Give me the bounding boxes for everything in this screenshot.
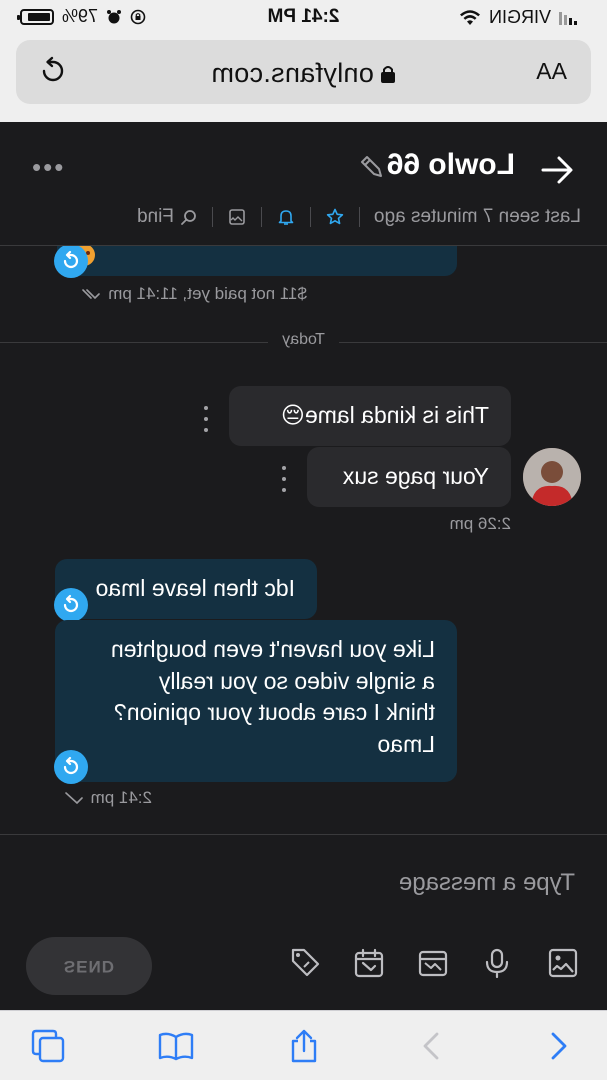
chat-meta-row: Last seen 7 minutes ago Find bbox=[137, 206, 581, 228]
day-divider: Today bbox=[0, 331, 607, 349]
avatar[interactable] bbox=[523, 448, 581, 506]
message-line: Lmao bbox=[377, 731, 435, 758]
chat-header: Lowlo 66 ••• Last seen 7 minutes ago Fin… bbox=[0, 122, 607, 246]
star-icon[interactable] bbox=[325, 207, 345, 227]
message-text: Your page sux bbox=[342, 463, 489, 489]
status-right-group: 79% bbox=[20, 6, 146, 27]
back-chevron-icon[interactable] bbox=[413, 1027, 451, 1065]
message-options-icon[interactable] bbox=[201, 406, 211, 432]
url-text: onlyfans.com bbox=[211, 58, 374, 88]
schedule-calendar-icon[interactable] bbox=[351, 945, 387, 981]
message-bubble-incoming: Idc then leave lmao bbox=[55, 559, 317, 619]
send-button[interactable]: SEND bbox=[26, 937, 152, 995]
double-check-icon bbox=[82, 289, 101, 300]
tabs-icon[interactable] bbox=[29, 1027, 67, 1065]
tip-icon bbox=[54, 588, 88, 622]
message-bubble-incoming bbox=[57, 246, 457, 276]
message-bubble-outgoing: This is kinda lame😔 bbox=[229, 386, 511, 446]
reload-icon[interactable] bbox=[38, 56, 68, 86]
share-icon[interactable] bbox=[285, 1027, 323, 1065]
message-options-icon[interactable] bbox=[279, 466, 289, 492]
vault-icon[interactable] bbox=[415, 945, 451, 981]
send-label: SEND bbox=[63, 957, 115, 976]
message-line: Like you haven't even boughten bbox=[110, 636, 435, 662]
browser-address-area: AA onlyfans.com bbox=[0, 34, 607, 122]
tip-status: $11 not paid yet, 11:41 pm bbox=[78, 284, 307, 304]
forward-chevron-icon[interactable] bbox=[539, 1027, 577, 1065]
message-text: This is kinda lame😔 bbox=[280, 402, 489, 428]
edit-pencil-icon[interactable] bbox=[359, 154, 385, 180]
tip-icon bbox=[54, 750, 88, 784]
find-button[interactable]: Find bbox=[137, 206, 198, 228]
back-arrow-icon[interactable] bbox=[539, 152, 575, 188]
contact-name[interactable]: Lowlo 66 bbox=[387, 148, 515, 182]
gallery-icon[interactable] bbox=[227, 207, 247, 227]
orientation-lock-icon bbox=[130, 9, 146, 24]
day-divider-label: Today bbox=[268, 331, 339, 348]
price-tag-icon[interactable] bbox=[287, 945, 323, 981]
message-input[interactable]: Type a message bbox=[399, 869, 575, 897]
message-text: Idc then leave lmao bbox=[95, 575, 295, 601]
message-time: 2:41 pm bbox=[64, 788, 152, 808]
outgoing-time-text: 2:26 pm bbox=[449, 514, 511, 533]
image-upload-icon[interactable] bbox=[545, 945, 581, 981]
divider bbox=[211, 207, 213, 227]
battery-icon bbox=[20, 8, 54, 25]
more-options-icon[interactable]: ••• bbox=[30, 152, 63, 183]
divider bbox=[309, 207, 311, 227]
battery-percent: 79% bbox=[62, 6, 99, 26]
incoming-time-text: 2:41 pm bbox=[90, 788, 152, 807]
message-line: a single video so you really bbox=[158, 667, 435, 694]
message-line: think I care about your opinion? bbox=[114, 699, 435, 726]
alarm-icon bbox=[107, 9, 122, 23]
message-bubble-outgoing: Your page sux bbox=[307, 447, 511, 507]
notification-bell-icon[interactable] bbox=[276, 207, 296, 227]
browser-toolbar bbox=[0, 1010, 607, 1080]
address-bar[interactable]: AA onlyfans.com bbox=[16, 40, 591, 104]
check-icon bbox=[64, 792, 83, 805]
search-icon bbox=[181, 210, 196, 225]
last-seen-text: Last seen 7 minutes ago bbox=[373, 206, 581, 227]
bookmarks-icon[interactable] bbox=[157, 1027, 195, 1065]
lock-icon bbox=[380, 66, 395, 83]
status-bar: VIRGIN 2:41 PM 79% bbox=[0, 0, 607, 34]
message-composer: Type a message SEND bbox=[0, 834, 607, 1010]
divider bbox=[260, 207, 262, 227]
message-list[interactable]: $11 not paid yet, 11:41 pm Today This is… bbox=[0, 246, 607, 834]
screen: VIRGIN 2:41 PM 79% AA onlyfans.com Lowlo… bbox=[0, 0, 607, 1080]
tip-status-text: $11 not paid yet, 11:41 pm bbox=[108, 284, 307, 303]
message-bubble-incoming: Like you haven't even boughten a single … bbox=[55, 620, 457, 782]
find-label: Find bbox=[137, 206, 174, 227]
url-field[interactable]: onlyfans.com bbox=[16, 58, 591, 89]
message-time: 2:26 pm bbox=[450, 514, 511, 534]
microphone-icon[interactable] bbox=[479, 945, 515, 981]
divider bbox=[358, 207, 360, 227]
